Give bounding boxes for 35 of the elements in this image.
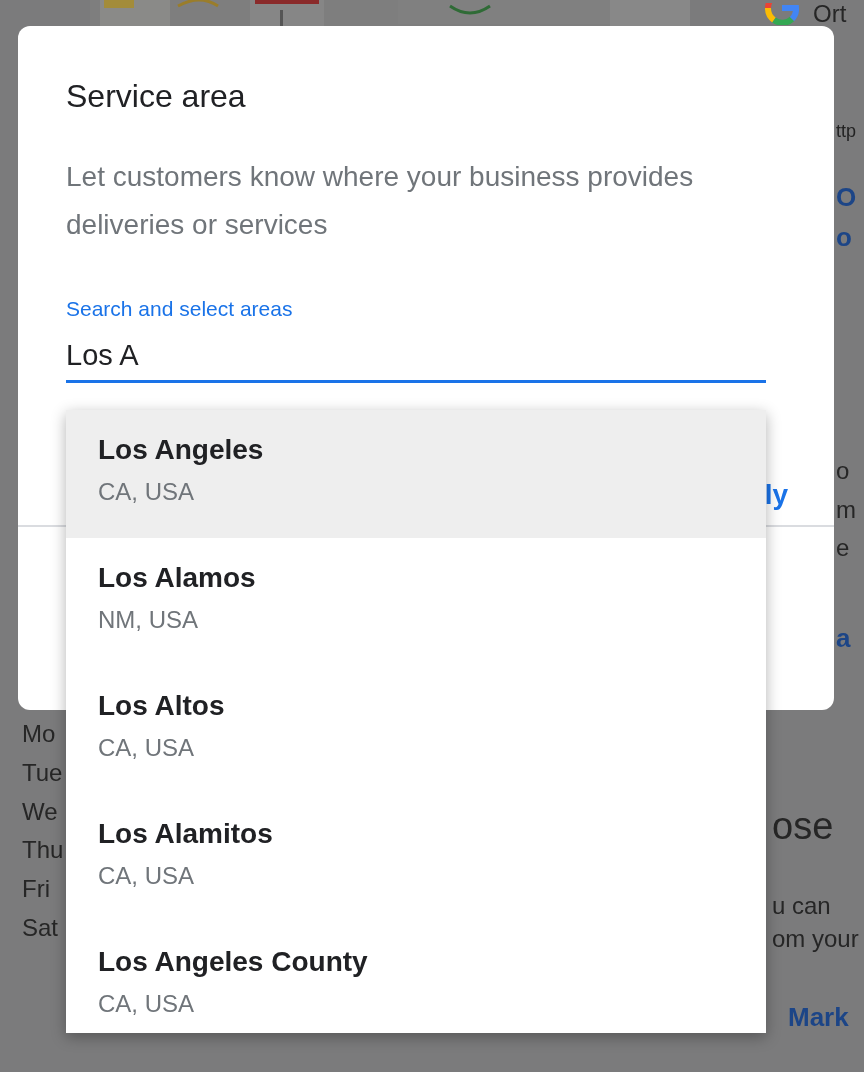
background-text: ttp (836, 120, 856, 143)
dialog-title: Service area (66, 78, 247, 115)
suggestion-item[interactable]: Los Alamitos CA, USA (66, 794, 766, 922)
background-text: Sat (22, 914, 59, 943)
google-logo-icon (765, 3, 799, 26)
link[interactable]: ly (764, 479, 788, 511)
background-text: u can (772, 891, 831, 921)
background-text: Mo (22, 720, 56, 749)
search-field-label: Search and select areas (66, 297, 294, 321)
background-text: Fri (22, 875, 50, 904)
place-name: Los Angeles County (98, 946, 368, 978)
background-text: om your (772, 924, 859, 954)
place-region: NM, USA (98, 606, 198, 634)
search-field[interactable]: Los A (66, 331, 766, 383)
place-region: CA, USA (98, 990, 195, 1018)
background-text: Ort (813, 0, 847, 29)
place-region: CA, USA (98, 734, 195, 762)
place-name: Los Alamitos (98, 818, 273, 850)
place-name: Los Angeles (98, 434, 264, 466)
background-text: Tue (22, 758, 63, 788)
suggestion-item[interactable]: Los Alamos NM, USA (66, 538, 766, 666)
background-text: o (836, 456, 850, 486)
place-name: Los Altos (98, 690, 225, 722)
suggestion-item[interactable]: Los Angeles County CA, USA (66, 922, 766, 1033)
background-text: m (836, 495, 856, 525)
background-text: ose (772, 804, 834, 850)
place-name: Los Alamos (98, 562, 256, 594)
place-region: CA, USA (98, 862, 195, 890)
suggestion-item[interactable]: Los Altos CA, USA (66, 666, 766, 794)
suggestion-item[interactable]: Los Angeles CA, USA (66, 410, 766, 538)
dialog-description: Let customers know where your business provides deliveries or services (66, 160, 695, 242)
background-text: Thu (22, 836, 64, 866)
background-text: e (836, 534, 850, 564)
background-text: We (22, 797, 58, 827)
place-region: CA, USA (98, 478, 195, 506)
